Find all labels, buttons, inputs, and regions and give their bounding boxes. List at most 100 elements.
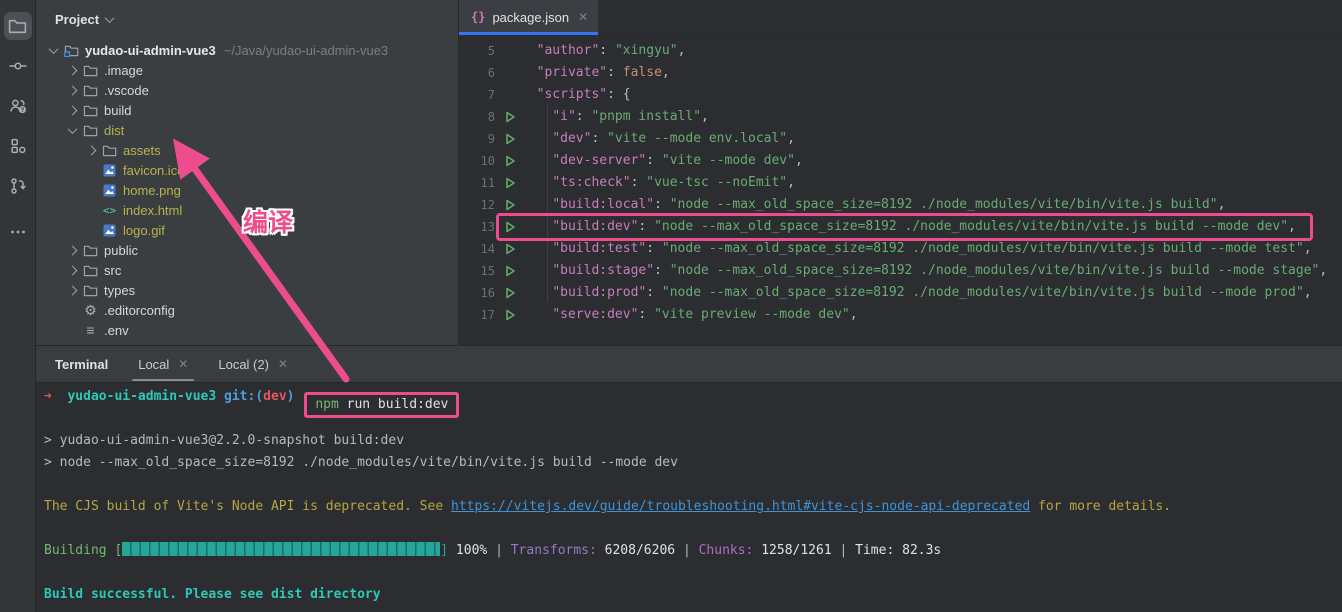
terminal-line-10: Build successful. Please see dist direct… — [44, 584, 1342, 606]
line-number: 10 — [459, 154, 499, 168]
annotation-box-command: npm run build:dev — [304, 392, 459, 418]
tree-item-label: .editorconfig — [104, 303, 175, 318]
run-script-icon[interactable] — [499, 177, 521, 189]
troubleshooting-link[interactable]: https://vitejs.dev/guide/troubleshooting… — [451, 499, 1030, 514]
code-text: "author": "xingyu", — [521, 40, 685, 62]
run-script-icon[interactable] — [499, 243, 521, 255]
folder-icon — [81, 124, 100, 137]
run-script-icon[interactable] — [499, 133, 521, 145]
code-text: "build:test": "node --max_old_space_size… — [521, 238, 1312, 260]
image-icon — [100, 224, 119, 237]
code-text: "build:local": "node --max_old_space_siz… — [521, 194, 1225, 216]
terminal-tab-label: Local — [138, 357, 169, 372]
close-icon[interactable]: ✕ — [178, 358, 188, 370]
more-icon[interactable] — [4, 218, 32, 246]
tree-item-label: .env — [104, 323, 129, 338]
tree-item-label: .image — [104, 63, 143, 78]
line-number: 9 — [459, 132, 499, 146]
close-icon[interactable]: ✕ — [578, 11, 588, 23]
code-text: "build:stage": "node --max_old_space_siz… — [521, 260, 1327, 282]
chevron-right-icon[interactable] — [68, 285, 78, 295]
chevron-right-icon[interactable] — [68, 65, 78, 75]
tree-item-assets[interactable]: assets — [36, 140, 458, 160]
chevron-right-icon[interactable] — [68, 105, 78, 115]
json-file-icon: {} — [471, 10, 485, 24]
tree-item-dist[interactable]: dist — [36, 120, 458, 140]
users-help-icon[interactable]: ? — [4, 92, 32, 120]
code-line-17: 17 "serve:dev": "vite preview --mode dev… — [459, 304, 1342, 326]
tree-item-favicon-ico[interactable]: favicon.ico — [36, 160, 458, 180]
tree-item-types[interactable]: types — [36, 280, 458, 300]
chevron-right-icon[interactable] — [68, 245, 78, 255]
project-panel-header[interactable]: Project — [36, 0, 458, 38]
tab-package-json[interactable]: {} package.json ✕ — [459, 0, 598, 34]
project-folder-icon — [62, 44, 81, 57]
project-folder-icon[interactable] — [4, 12, 32, 40]
terminal-output[interactable]: ➜ yudao-ui-admin-vue3 git:(dev) npm run … — [36, 383, 1342, 606]
vcs-branch-icon[interactable] — [4, 172, 32, 200]
terminal-tab-label: Local (2) — [218, 357, 269, 372]
terminal-line-5 — [44, 474, 1342, 496]
code-line-5: 5 "author": "xingyu", — [459, 40, 1342, 62]
chevron-down-icon[interactable] — [49, 44, 59, 54]
folder-icon — [81, 104, 100, 117]
modules-icon[interactable] — [4, 132, 32, 160]
code-text: "build:prod": "node --max_old_space_size… — [521, 282, 1312, 304]
annotation-label: 编译 — [243, 203, 293, 239]
tree-item-public[interactable]: public — [36, 240, 458, 260]
run-script-icon[interactable] — [499, 221, 521, 233]
code-text: "i": "pnpm install", — [521, 106, 709, 128]
run-script-icon[interactable] — [499, 155, 521, 167]
code-line-16: 16 "build:prod": "node --max_old_space_s… — [459, 282, 1342, 304]
tree-item-label: home.png — [123, 183, 181, 198]
run-script-icon[interactable] — [499, 309, 521, 321]
code-line-13: 13 "build:dev": "node --max_old_space_si… — [459, 216, 1342, 238]
run-script-icon[interactable] — [499, 265, 521, 277]
chevron-right-icon[interactable] — [87, 145, 97, 155]
code-text: "private": false, — [521, 62, 670, 84]
image-icon — [100, 164, 119, 177]
tree-item--env[interactable]: ≡.env — [36, 320, 458, 340]
tree-item-yudao-ui-admin-vue3[interactable]: yudao-ui-admin-vue3~/Java/yudao-ui-admin… — [36, 40, 458, 60]
line-number: 7 — [459, 88, 499, 102]
code-line-7: 7 "scripts": { — [459, 84, 1342, 106]
tree-item--editorconfig[interactable]: ⚙.editorconfig — [36, 300, 458, 320]
code-line-14: 14 "build:test": "node --max_old_space_s… — [459, 238, 1342, 260]
code-text: "scripts": { — [521, 84, 631, 106]
terminal-tab-local[interactable]: Local ✕ — [138, 345, 188, 383]
run-script-icon[interactable] — [499, 287, 521, 299]
tree-item--image[interactable]: .image — [36, 60, 458, 80]
tree-item--vscode[interactable]: .vscode — [36, 80, 458, 100]
tree-item-home-png[interactable]: home.png — [36, 180, 458, 200]
chevron-down-icon[interactable] — [68, 124, 78, 134]
line-number: 12 — [459, 198, 499, 212]
build-progress-bar — [122, 542, 440, 556]
code-line-10: 10 "dev-server": "vite --mode dev", — [459, 150, 1342, 172]
terminal-line-8: Building [] 100% | Transforms: 6208/6206… — [44, 540, 1342, 562]
run-script-icon[interactable] — [499, 111, 521, 123]
line-number: 15 — [459, 264, 499, 278]
line-number: 14 — [459, 242, 499, 256]
tree-item-label: public — [104, 243, 138, 258]
tree-item-label: dist — [104, 123, 124, 138]
terminal-line-1: ➜ yudao-ui-admin-vue3 git:(dev) npm run … — [44, 386, 1342, 408]
terminal-panel: Terminal Local✕Local (2)✕ ➜ yudao-ui-adm… — [36, 345, 1342, 612]
tool-window-stripe: ? — [0, 0, 36, 612]
close-icon[interactable]: ✕ — [278, 358, 288, 370]
code-text: "build:dev": "node --max_old_space_size=… — [521, 216, 1296, 238]
chevron-right-icon[interactable] — [68, 265, 78, 275]
folder-icon — [81, 84, 100, 97]
code-editor[interactable]: 5 "author": "xingyu",6 "private": false,… — [459, 34, 1342, 326]
run-script-icon[interactable] — [499, 199, 521, 211]
terminal-line-6: The CJS build of Vite's Node API is depr… — [44, 496, 1342, 518]
code-line-8: 8 "i": "pnpm install", — [459, 106, 1342, 128]
folder-icon — [100, 144, 119, 157]
tree-item-label: favicon.ico — [123, 163, 184, 178]
chevron-right-icon[interactable] — [68, 85, 78, 95]
editor-area: {} package.json ✕ 5 "author": "xingyu",6… — [458, 0, 1342, 345]
tree-item-build[interactable]: build — [36, 100, 458, 120]
terminal-tab-local-2-[interactable]: Local (2) ✕ — [218, 345, 288, 383]
commit-icon[interactable] — [4, 52, 32, 80]
tree-item-src[interactable]: src — [36, 260, 458, 280]
editor-tab-bar: {} package.json ✕ — [459, 0, 1342, 34]
